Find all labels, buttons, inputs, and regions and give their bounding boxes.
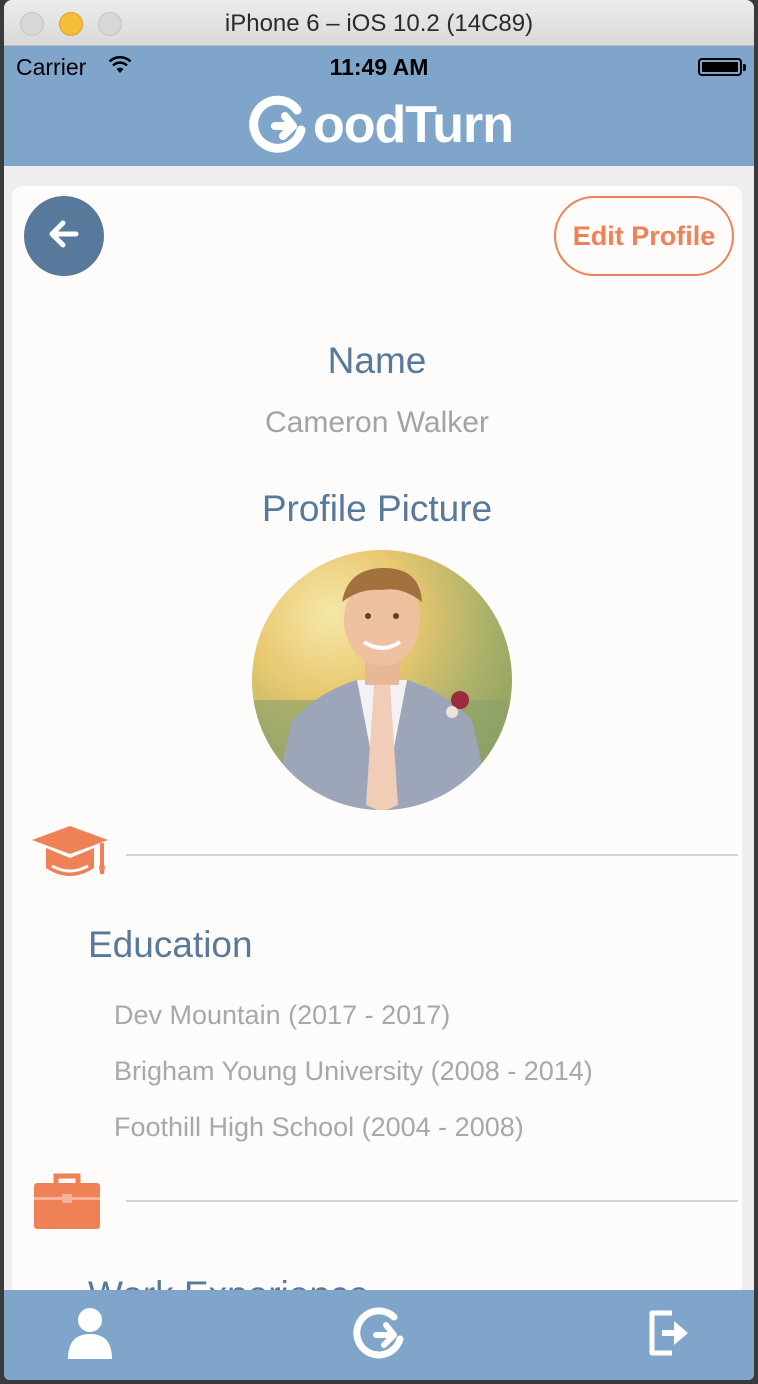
refresh-g-icon [245, 90, 311, 161]
tab-bar [4, 1290, 754, 1380]
name-value: Cameron Walker [265, 406, 489, 439]
tab-home[interactable] [322, 1290, 442, 1380]
name-label: Name [327, 340, 427, 381]
education-title: Education [88, 924, 253, 965]
briefcase-icon [32, 1171, 102, 1236]
work-divider [126, 1200, 738, 1202]
battery-icon [698, 58, 746, 76]
education-divider [126, 854, 738, 856]
education-item: Foothill High School (2004 - 2008) [114, 1112, 524, 1142]
graduation-cap-icon [28, 822, 112, 889]
phone-screen: Carrier 11:49 AM oodTurn Edit Profile Na… [4, 46, 754, 1380]
education-item: Brigham Young University (2008 - 2014) [114, 1056, 593, 1086]
simulator-window: iPhone 6 – iOS 10.2 (14C89) Carrier 11:4… [4, 0, 754, 1380]
edit-profile-button[interactable]: Edit Profile [554, 196, 734, 276]
arrow-left-icon [48, 220, 80, 253]
window-title: iPhone 6 – iOS 10.2 (14C89) [224, 10, 534, 37]
status-bar: Carrier 11:49 AM [4, 46, 754, 88]
logo-wordmark: oodTurn [313, 96, 514, 154]
education-item: Dev Mountain (2017 - 2017) [114, 1000, 451, 1030]
profile-card: Edit Profile Name Cameron Walker Profile… [12, 186, 742, 1366]
profile-avatar[interactable] [252, 550, 512, 810]
tab-profile[interactable] [30, 1290, 150, 1380]
user-icon [67, 1306, 113, 1365]
back-button[interactable] [24, 196, 104, 276]
profile-picture-label: Profile Picture [261, 488, 493, 529]
refresh-icon [348, 1305, 416, 1366]
tab-logout[interactable] [610, 1290, 730, 1380]
window-titlebar: iPhone 6 – iOS 10.2 (14C89) [4, 0, 754, 46]
nav-bar: Carrier 11:49 AM oodTurn [4, 46, 754, 166]
logout-icon [648, 1309, 692, 1362]
app-logo: oodTurn [4, 90, 754, 160]
status-time: 11:49 AM [329, 54, 429, 80]
